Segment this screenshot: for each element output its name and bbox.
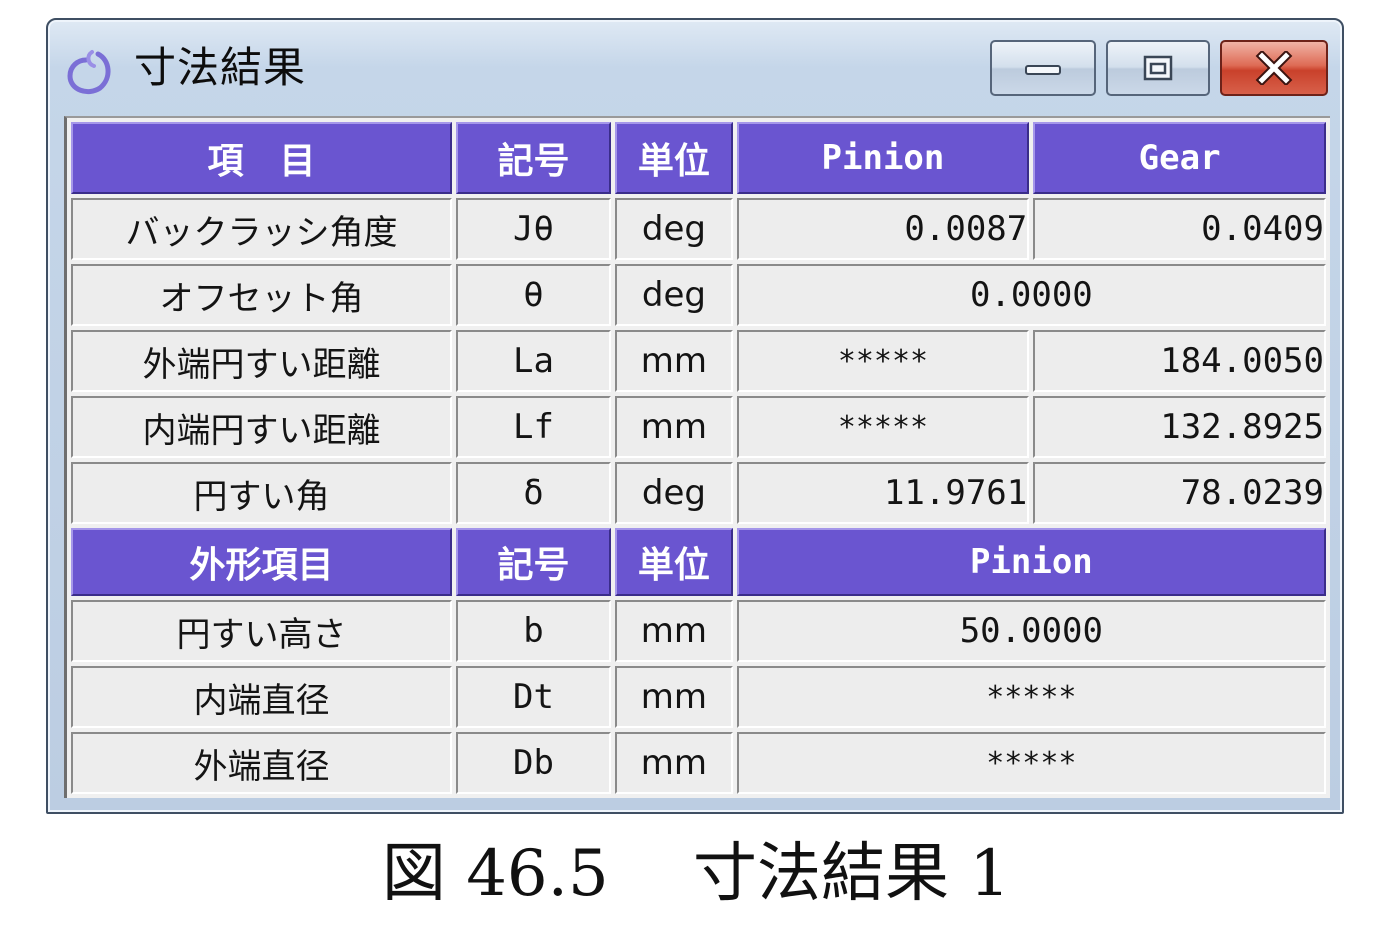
close-button[interactable] xyxy=(1220,40,1328,96)
row-pinion-value: ***** xyxy=(736,396,1030,458)
header-symbol: 記号 xyxy=(455,528,612,596)
header-unit: 単位 xyxy=(615,122,733,194)
row-gear-value: 132.8925 xyxy=(1033,396,1326,458)
restore-icon xyxy=(1143,55,1173,81)
header-pinion: Pinion xyxy=(736,122,1030,194)
table-row: バックラッシ角度 Jθ deg 0.0087 0.0409 xyxy=(71,198,1326,260)
table-row: 円すい角 δ deg 11.9761 78.0239 xyxy=(71,462,1326,524)
row-unit: deg xyxy=(615,264,733,326)
header-gear: Gear xyxy=(1033,122,1326,194)
row-item: 外端円すい距離 xyxy=(71,330,452,392)
row-gear-value: 0.0409 xyxy=(1033,198,1326,260)
row-symbol: b xyxy=(455,600,612,662)
row-item: バックラッシ角度 xyxy=(71,198,452,260)
minimize-icon xyxy=(1025,65,1061,75)
row-unit: mm xyxy=(615,396,733,458)
header-item: 項 目 xyxy=(71,122,452,194)
row-unit: mm xyxy=(615,600,733,662)
row-item: 円すい角 xyxy=(71,462,452,524)
row-item: 内端直径 xyxy=(71,666,452,728)
window-title: 寸法結果 xyxy=(134,43,307,92)
header-pinion: Pinion xyxy=(736,528,1326,596)
table-row: 内端直径 Dt mm ***** xyxy=(71,666,1326,728)
row-item: 円すい高さ xyxy=(71,600,452,662)
result-window: 寸法結果 項 目 記号 単位 Pinion Gear バックラッシ角度 Jθ d… xyxy=(46,18,1344,814)
table-row: 円すい高さ b mm 50.0000 xyxy=(71,600,1326,662)
figure-caption: 図 46.5 寸法結果 1 xyxy=(381,837,1011,911)
results-table: 項 目 記号 単位 Pinion Gear バックラッシ角度 Jθ deg 0.… xyxy=(67,118,1330,798)
row-symbol: Dt xyxy=(455,666,612,728)
row-pinion-value: ***** xyxy=(736,330,1030,392)
row-item: 外端直径 xyxy=(71,732,452,794)
app-icon xyxy=(67,50,111,94)
header-row: 外形項目 記号 単位 Pinion xyxy=(71,528,1326,596)
results-panel: 項 目 記号 単位 Pinion Gear バックラッシ角度 Jθ deg 0.… xyxy=(64,116,1330,798)
row-pinion-value: 0.0087 xyxy=(736,198,1030,260)
row-item: 内端円すい距離 xyxy=(71,396,452,458)
row-pinion-value: 11.9761 xyxy=(736,462,1030,524)
row-value: 50.0000 xyxy=(736,600,1326,662)
header-symbol: 記号 xyxy=(455,122,612,194)
row-unit: mm xyxy=(615,330,733,392)
row-value: ***** xyxy=(736,666,1326,728)
row-unit: deg xyxy=(615,198,733,260)
row-symbol: La xyxy=(455,330,612,392)
close-icon xyxy=(1255,51,1293,85)
row-symbol: δ xyxy=(455,462,612,524)
title-bar[interactable]: 寸法結果 xyxy=(48,20,1342,114)
row-item: オフセット角 xyxy=(71,264,452,326)
row-unit: mm xyxy=(615,666,733,728)
row-symbol: Db xyxy=(455,732,612,794)
header-row: 項 目 記号 単位 Pinion Gear xyxy=(71,122,1326,194)
table-row: 内端円すい距離 Lf mm ***** 132.8925 xyxy=(71,396,1326,458)
header-outer-item: 外形項目 xyxy=(71,528,452,596)
row-symbol: Jθ xyxy=(455,198,612,260)
row-symbol: Lf xyxy=(455,396,612,458)
row-symbol: θ xyxy=(455,264,612,326)
row-gear-value: 78.0239 xyxy=(1033,462,1326,524)
table-row: オフセット角 θ deg 0.0000 xyxy=(71,264,1326,326)
header-unit: 単位 xyxy=(615,528,733,596)
row-merged-value: 0.0000 xyxy=(736,264,1326,326)
row-value: ***** xyxy=(736,732,1326,794)
minimize-button[interactable] xyxy=(990,40,1096,96)
restore-button[interactable] xyxy=(1106,40,1210,96)
row-gear-value: 184.0050 xyxy=(1033,330,1326,392)
table-row: 外端直径 Db mm ***** xyxy=(71,732,1326,794)
row-unit: mm xyxy=(615,732,733,794)
table-row: 外端円すい距離 La mm ***** 184.0050 xyxy=(71,330,1326,392)
row-unit: deg xyxy=(615,462,733,524)
